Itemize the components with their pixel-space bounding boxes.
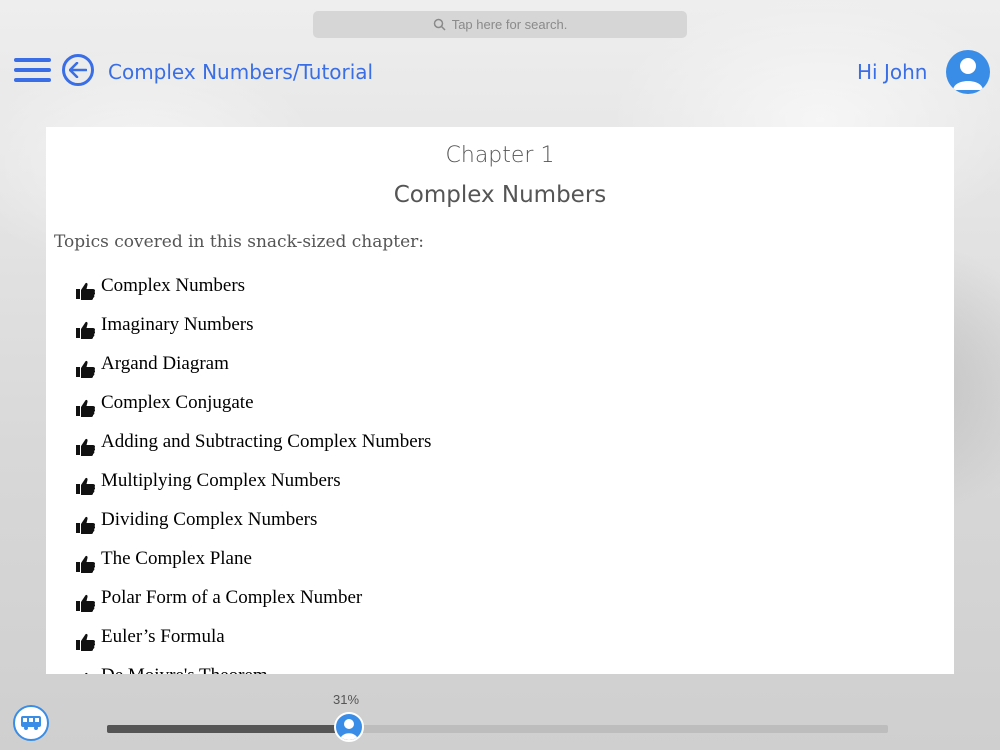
topic-label: Polar Form of a Complex Number	[101, 586, 363, 608]
progress-label: 31%	[333, 692, 360, 707]
search-placeholder: Tap here for search.	[451, 17, 568, 32]
search-bar[interactable]: Tap here for search.	[313, 11, 687, 38]
topic-item[interactable]: De Moivre's Theorem	[76, 656, 954, 674]
back-arrow-icon[interactable]	[62, 54, 94, 86]
topic-item[interactable]: Dividing Complex Numbers	[76, 500, 954, 539]
chapter-number: Chapter 1	[445, 143, 555, 168]
topics-list: Complex Numbers Imaginary Numbers Argand D…	[76, 266, 954, 674]
topic-item[interactable]: Argand Diagram	[76, 344, 954, 383]
thumbs-up-icon	[76, 516, 96, 534]
topic-item[interactable]: Complex Numbers	[76, 266, 954, 305]
progress-slider[interactable]	[107, 725, 888, 733]
thumbs-up-icon	[84, 672, 88, 674]
topic-label: Argand Diagram	[101, 352, 229, 374]
topic-label: The Complex Plane	[101, 547, 252, 569]
chapter-panel: Chapter 1 Complex Numbers Topics covered…	[46, 127, 954, 674]
search-icon	[433, 18, 446, 31]
user-greeting: Hi John	[857, 60, 928, 84]
chapter-title: Complex Numbers	[393, 182, 607, 208]
topic-item[interactable]: Euler’s Formula	[76, 617, 954, 656]
header: Complex Numbers/Tutorial Hi John	[0, 50, 1000, 94]
topic-label: Complex Conjugate	[101, 391, 254, 413]
breadcrumb[interactable]: Complex Numbers/Tutorial	[108, 60, 373, 84]
progress-thumb[interactable]	[334, 712, 365, 742]
topic-item[interactable]: Complex Conjugate	[76, 383, 954, 422]
topic-label: Adding and Subtracting Complex Numbers	[101, 430, 432, 452]
thumbs-up-icon	[76, 594, 96, 612]
thumbs-up-icon	[76, 399, 96, 417]
topic-item[interactable]: Imaginary Numbers	[76, 305, 954, 344]
bus-icon[interactable]	[13, 705, 49, 741]
thumbs-up-icon	[76, 555, 96, 573]
thumbs-up-icon	[76, 633, 96, 651]
thumbs-up-icon	[76, 321, 96, 339]
thumbs-up-icon	[76, 360, 96, 378]
topic-label: Complex Numbers	[101, 274, 246, 296]
topic-item[interactable]: Polar Form of a Complex Number	[76, 578, 954, 617]
user-avatar-icon[interactable]	[946, 50, 990, 94]
thumbs-up-icon	[76, 282, 96, 300]
progress-fill	[107, 725, 350, 733]
topic-label: Euler’s Formula	[101, 625, 225, 647]
topic-label: Multiplying Complex Numbers	[101, 469, 341, 491]
topic-label: Dividing Complex Numbers	[101, 508, 318, 530]
topic-item[interactable]: Adding and Subtracting Complex Numbers	[76, 422, 954, 461]
topic-label: Imaginary Numbers	[101, 313, 254, 335]
footer: 31%	[0, 680, 1000, 750]
thumbs-up-icon	[76, 477, 96, 495]
topic-item[interactable]: The Complex Plane	[76, 539, 954, 578]
thumbs-up-icon	[76, 438, 96, 456]
topic-label: De Moivre's Theorem	[101, 665, 268, 675]
topics-intro: Topics covered in this snack-sized chapt…	[54, 232, 425, 252]
hamburger-icon[interactable]	[14, 58, 51, 86]
topic-item[interactable]: Multiplying Complex Numbers	[76, 461, 954, 500]
